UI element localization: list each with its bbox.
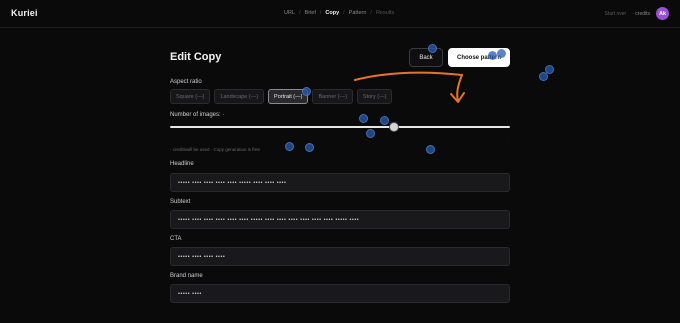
credits-indicator: · credits [632, 10, 650, 17]
aspect-ratio-options: Square (—) Landscape (—) Portrait (—) Ba… [170, 89, 393, 104]
aspect-option-story[interactable]: Story (—) [356, 89, 393, 104]
click-marker [539, 72, 548, 81]
click-markers [0, 0, 680, 323]
breadcrumb-separator: / [343, 10, 345, 16]
annotation-arrow-stroke [354, 71, 463, 81]
breadcrumb-separator: / [299, 10, 301, 16]
subtext-label: Subtext [170, 199, 191, 205]
click-marker [380, 116, 389, 125]
choose-pattern-button[interactable]: Choose pattern [448, 48, 510, 67]
back-button[interactable]: Back [409, 48, 443, 67]
breadcrumb-separator: / [319, 10, 322, 16]
aspect-option-landscape[interactable]: Landscape (—) [214, 89, 265, 104]
headline-label: Headline [170, 161, 194, 167]
aspect-option-square[interactable]: Square (—) [170, 89, 211, 104]
brand-name-label: Brand name [170, 273, 203, 279]
aspect-ratio-label: Aspect ratio [170, 79, 202, 85]
click-marker [426, 145, 435, 154]
breadcrumb-brief[interactable]: Brief [305, 10, 316, 16]
breadcrumb-results: Results [375, 10, 395, 16]
click-marker [359, 114, 368, 123]
breadcrumb-copy: Copy [325, 10, 340, 16]
slider-min-tick: · [170, 136, 172, 141]
aspect-option-portrait[interactable]: Portrait (—) [268, 89, 309, 104]
subtext-field[interactable]: ••••• •••• •••• •••• •••• •••• ••••• •••… [170, 210, 510, 229]
click-marker [305, 143, 314, 152]
click-marker [285, 142, 294, 151]
cta-field[interactable]: ••••• •••• •••• •••• [170, 247, 510, 266]
aspect-option-banner[interactable]: Banner (—) [312, 89, 353, 104]
start-over-link[interactable]: Start over [605, 11, 627, 17]
annotation-arrow-head [450, 92, 465, 103]
breadcrumb: URL / Brief / Copy / Pattern / Results [284, 10, 394, 16]
brand-name-field[interactable]: ••••• •••• [170, 284, 510, 303]
cta-label: CTA [170, 236, 182, 242]
image-count-slider[interactable] [170, 126, 510, 128]
credits-hint: · creditswill be used · Copy generation … [170, 147, 261, 152]
slider-handle[interactable] [389, 122, 400, 132]
click-marker [366, 129, 375, 138]
top-bar: Kuriei URL / Brief / Copy / Pattern / Re… [0, 0, 680, 28]
page-title: Edit Copy [170, 51, 222, 63]
annotation-overlay [354, 71, 465, 103]
breadcrumb-pattern[interactable]: Pattern [349, 10, 367, 16]
header-right: Start over · credits Ak [605, 7, 669, 20]
app-logo[interactable]: Kuriei [11, 8, 38, 18]
avatar[interactable]: Ak [656, 7, 669, 20]
slider-max-tick: · [507, 136, 509, 141]
click-marker [545, 65, 554, 74]
breadcrumb-url[interactable]: URL [284, 10, 295, 16]
image-count-label: Number of images: · [170, 112, 225, 118]
annotation-arrow-tail [456, 74, 463, 102]
headline-field[interactable]: ••••• •••• •••• •••• •••• ••••• •••• •••… [170, 173, 510, 192]
breadcrumb-separator: / [370, 10, 372, 16]
